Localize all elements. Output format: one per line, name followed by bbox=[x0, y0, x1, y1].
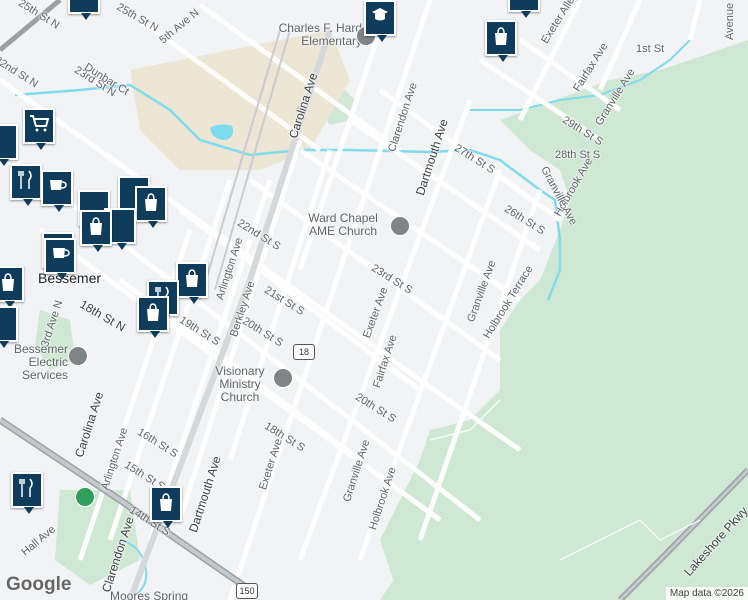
shopping-bag-pin-icon[interactable] bbox=[135, 186, 167, 228]
restaurant-pin-icon[interactable] bbox=[11, 472, 43, 514]
shopping-cart-pin-icon[interactable] bbox=[23, 108, 55, 150]
shopping-bag-pin-icon[interactable] bbox=[137, 296, 169, 338]
cafe-pin-icon[interactable] bbox=[44, 238, 76, 280]
shopping-bag-pin-icon[interactable] bbox=[0, 266, 24, 308]
google-logo: Google bbox=[6, 574, 72, 595]
poi-utility-label[interactable]: Bessemer Electric Services bbox=[0, 343, 68, 382]
shopping-bag-pin-icon[interactable] bbox=[68, 0, 100, 20]
restaurant-pin-icon[interactable] bbox=[10, 164, 42, 206]
cafe-pin-icon[interactable] bbox=[41, 170, 73, 212]
poi-school-label[interactable]: Charles F. Hard Elementary bbox=[252, 22, 362, 48]
shopping-bag-pin-icon[interactable] bbox=[0, 306, 18, 348]
place-marker-icon[interactable] bbox=[75, 487, 95, 507]
street-label: Avenue bbox=[724, 2, 736, 40]
shopping-bag-pin-icon[interactable] bbox=[80, 210, 112, 252]
street-label: 1st St bbox=[636, 43, 665, 55]
route-shield: 150 bbox=[236, 583, 258, 599]
poi-church-label[interactable]: Visionary Ministry Church bbox=[207, 365, 273, 404]
shopping-bag-pin-icon[interactable] bbox=[485, 20, 517, 62]
map-attribution: Map data ©2026 bbox=[665, 587, 748, 600]
shopping-cart-pin-icon[interactable] bbox=[0, 124, 18, 166]
shopping-bag-pin-icon[interactable] bbox=[150, 486, 182, 528]
church-marker-icon[interactable] bbox=[390, 216, 410, 236]
map-canvas[interactable]: 25th St N 25th St N 22nd St N 23rd St N … bbox=[0, 0, 748, 600]
street-label: 28th St S bbox=[555, 149, 601, 161]
church-marker-icon[interactable] bbox=[273, 368, 293, 388]
building-marker-icon[interactable] bbox=[68, 346, 88, 366]
shopping-bag-pin-icon[interactable] bbox=[176, 262, 208, 304]
poi-spring-label: Moores Spring bbox=[110, 589, 189, 600]
route-shield: 18 bbox=[293, 344, 315, 360]
shopping-bag-pin-icon[interactable] bbox=[508, 0, 540, 18]
school-pin-icon[interactable] bbox=[364, 0, 396, 42]
poi-church-label[interactable]: Ward Chapel AME Church bbox=[298, 212, 388, 238]
